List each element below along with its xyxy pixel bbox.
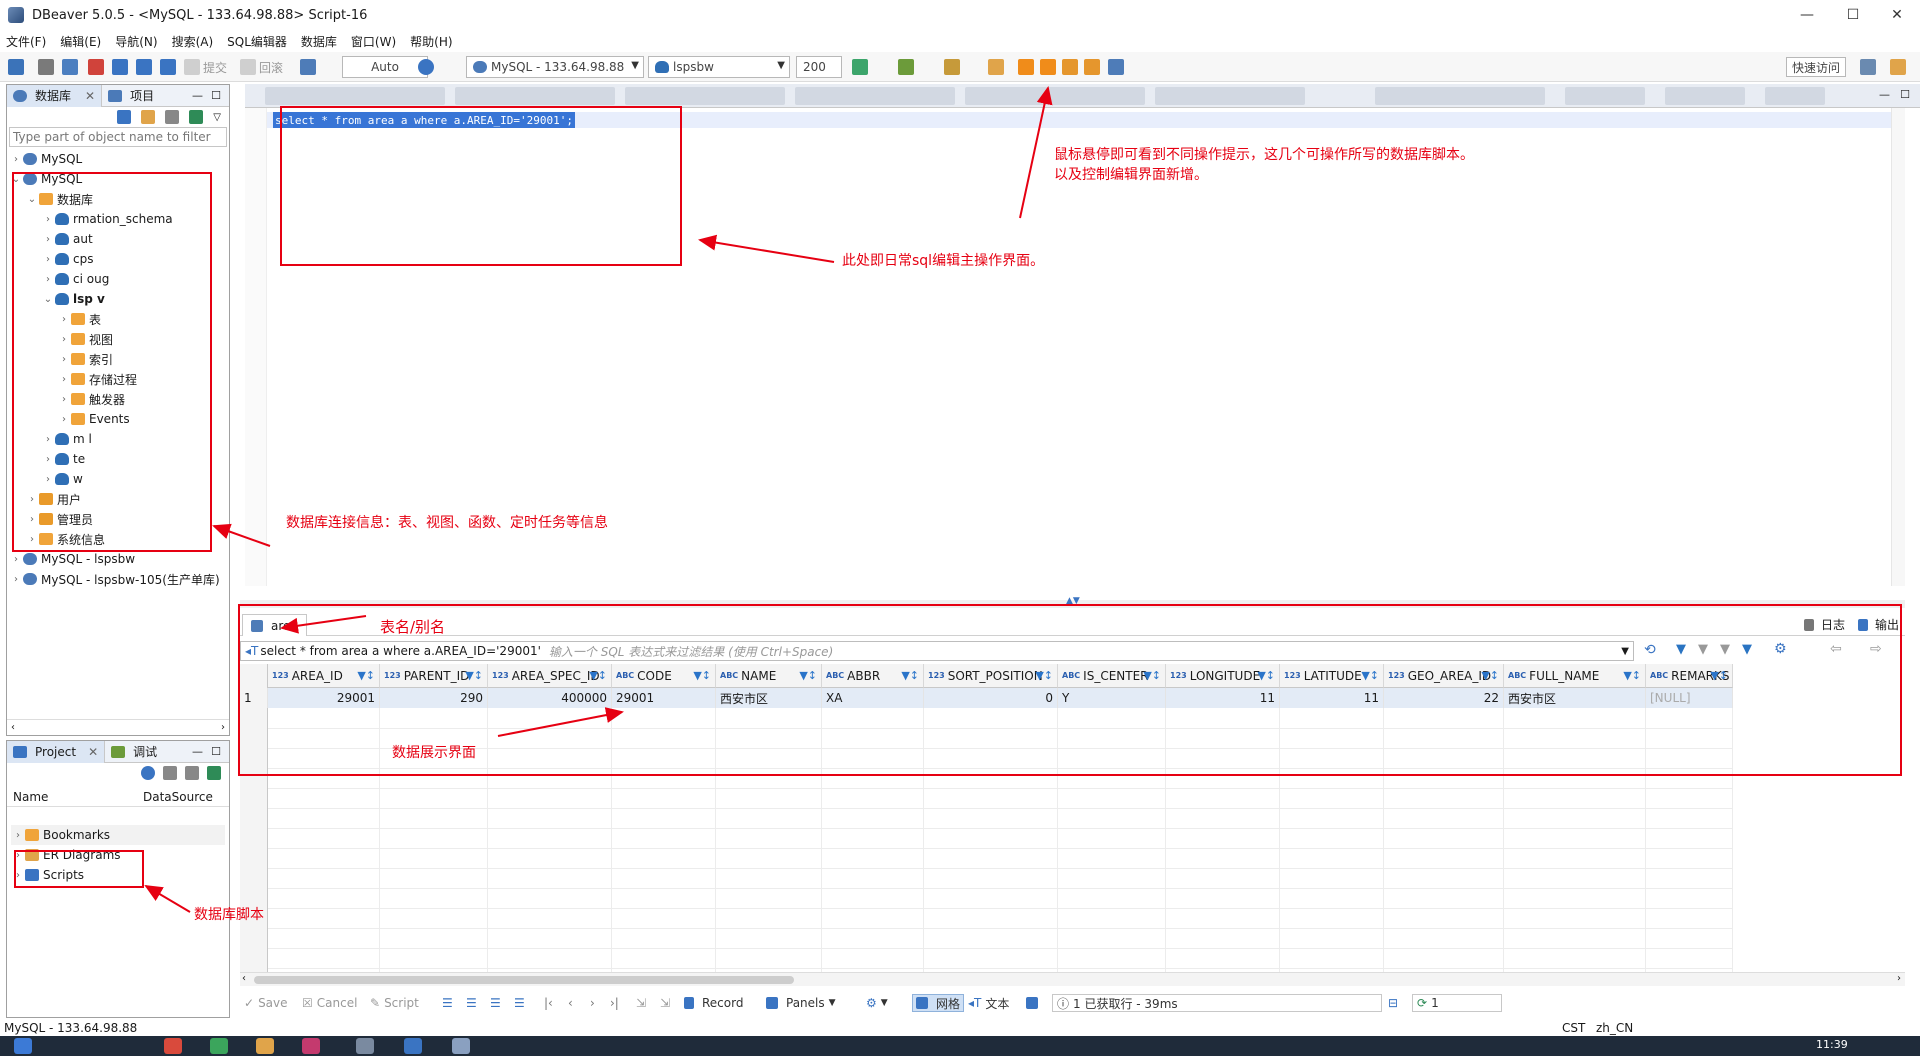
taskbar-clock: 11:39 — [1816, 1038, 1848, 1051]
taskbar-app-icon[interactable] — [356, 1038, 374, 1054]
status-locale: zh_CN — [1596, 1021, 1634, 1035]
arrow-to-results-tab — [280, 615, 367, 634]
arrow-to-scripts — [144, 884, 191, 913]
windows-start-icon[interactable] — [14, 1038, 32, 1054]
taskbar-app-icon[interactable] — [404, 1038, 422, 1054]
arrow-to-data-row — [497, 707, 624, 737]
status-bar: MySQL - 133.64.98.88 CST zh_CN — [0, 1020, 1920, 1036]
arrow-to-editor — [698, 234, 835, 263]
arrow-to-navigator — [212, 523, 271, 547]
taskbar-app-icon[interactable] — [164, 1038, 182, 1054]
annotation-arrows — [144, 86, 1053, 913]
status-timezone: CST — [1562, 1021, 1586, 1035]
taskbar-app-icon[interactable] — [256, 1038, 274, 1054]
taskbar-app-icon[interactable] — [452, 1038, 470, 1054]
taskbar-app-icon[interactable] — [302, 1038, 320, 1054]
arrow-to-toolbar — [1019, 86, 1053, 219]
taskbar-app-icon[interactable] — [210, 1038, 228, 1054]
status-connection: MySQL - 133.64.98.88 — [4, 1021, 138, 1035]
os-taskbar: 11:39 — [0, 1036, 1920, 1056]
